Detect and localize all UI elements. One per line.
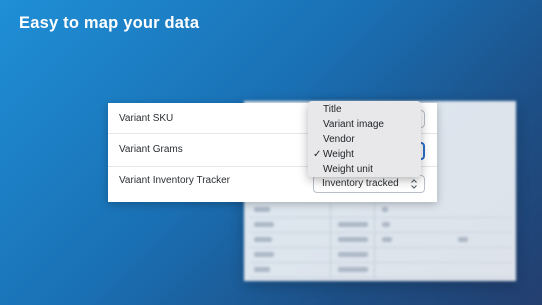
bg-cell [254, 222, 274, 227]
bg-cell [254, 252, 274, 257]
bg-row [250, 233, 512, 248]
bg-row [250, 203, 512, 218]
mapping-row-label: Variant SKU [119, 113, 174, 124]
bg-cell [382, 207, 388, 212]
option-label: Weight unit [323, 164, 373, 175]
bg-row [250, 263, 512, 278]
bg-cell [338, 267, 368, 272]
bg-cell [458, 237, 468, 242]
bg-row [250, 248, 512, 263]
dropdown-option-weight[interactable]: ✓ Weight [308, 147, 421, 162]
option-label: Vendor [323, 134, 355, 145]
bg-row-list [250, 203, 512, 278]
dropdown-option-vendor[interactable]: Vendor [308, 132, 421, 147]
mapping-row-label: Variant Grams [119, 144, 183, 155]
field-options-dropdown: Title Variant image Vendor ✓ Weight Weigh… [308, 101, 421, 177]
bg-cell [338, 252, 368, 257]
bg-cell [382, 237, 392, 242]
bg-cell [338, 237, 368, 242]
option-label: Title [323, 104, 342, 115]
bg-cell [254, 237, 272, 242]
dropdown-option-title[interactable]: Title [308, 102, 421, 117]
option-label: Weight [323, 149, 354, 160]
chevron-up-down-icon [411, 179, 417, 189]
option-label: Variant image [323, 119, 384, 130]
bg-cell [254, 207, 270, 212]
bg-row [250, 218, 512, 233]
select-value: Inventory tracked [322, 178, 399, 189]
dropdown-option-weight-unit[interactable]: Weight unit [308, 162, 421, 177]
checkmark-icon: ✓ [313, 149, 322, 160]
bg-cell [382, 222, 390, 227]
headline: Easy to map your data [19, 14, 200, 32]
dropdown-option-variant-image[interactable]: Variant image [308, 117, 421, 132]
variant-inventory-tracker-select[interactable]: Inventory tracked [313, 175, 425, 193]
mapping-row-label: Variant Inventory Tracker [119, 175, 230, 186]
bg-cell [338, 222, 368, 227]
bg-cell [254, 267, 270, 272]
